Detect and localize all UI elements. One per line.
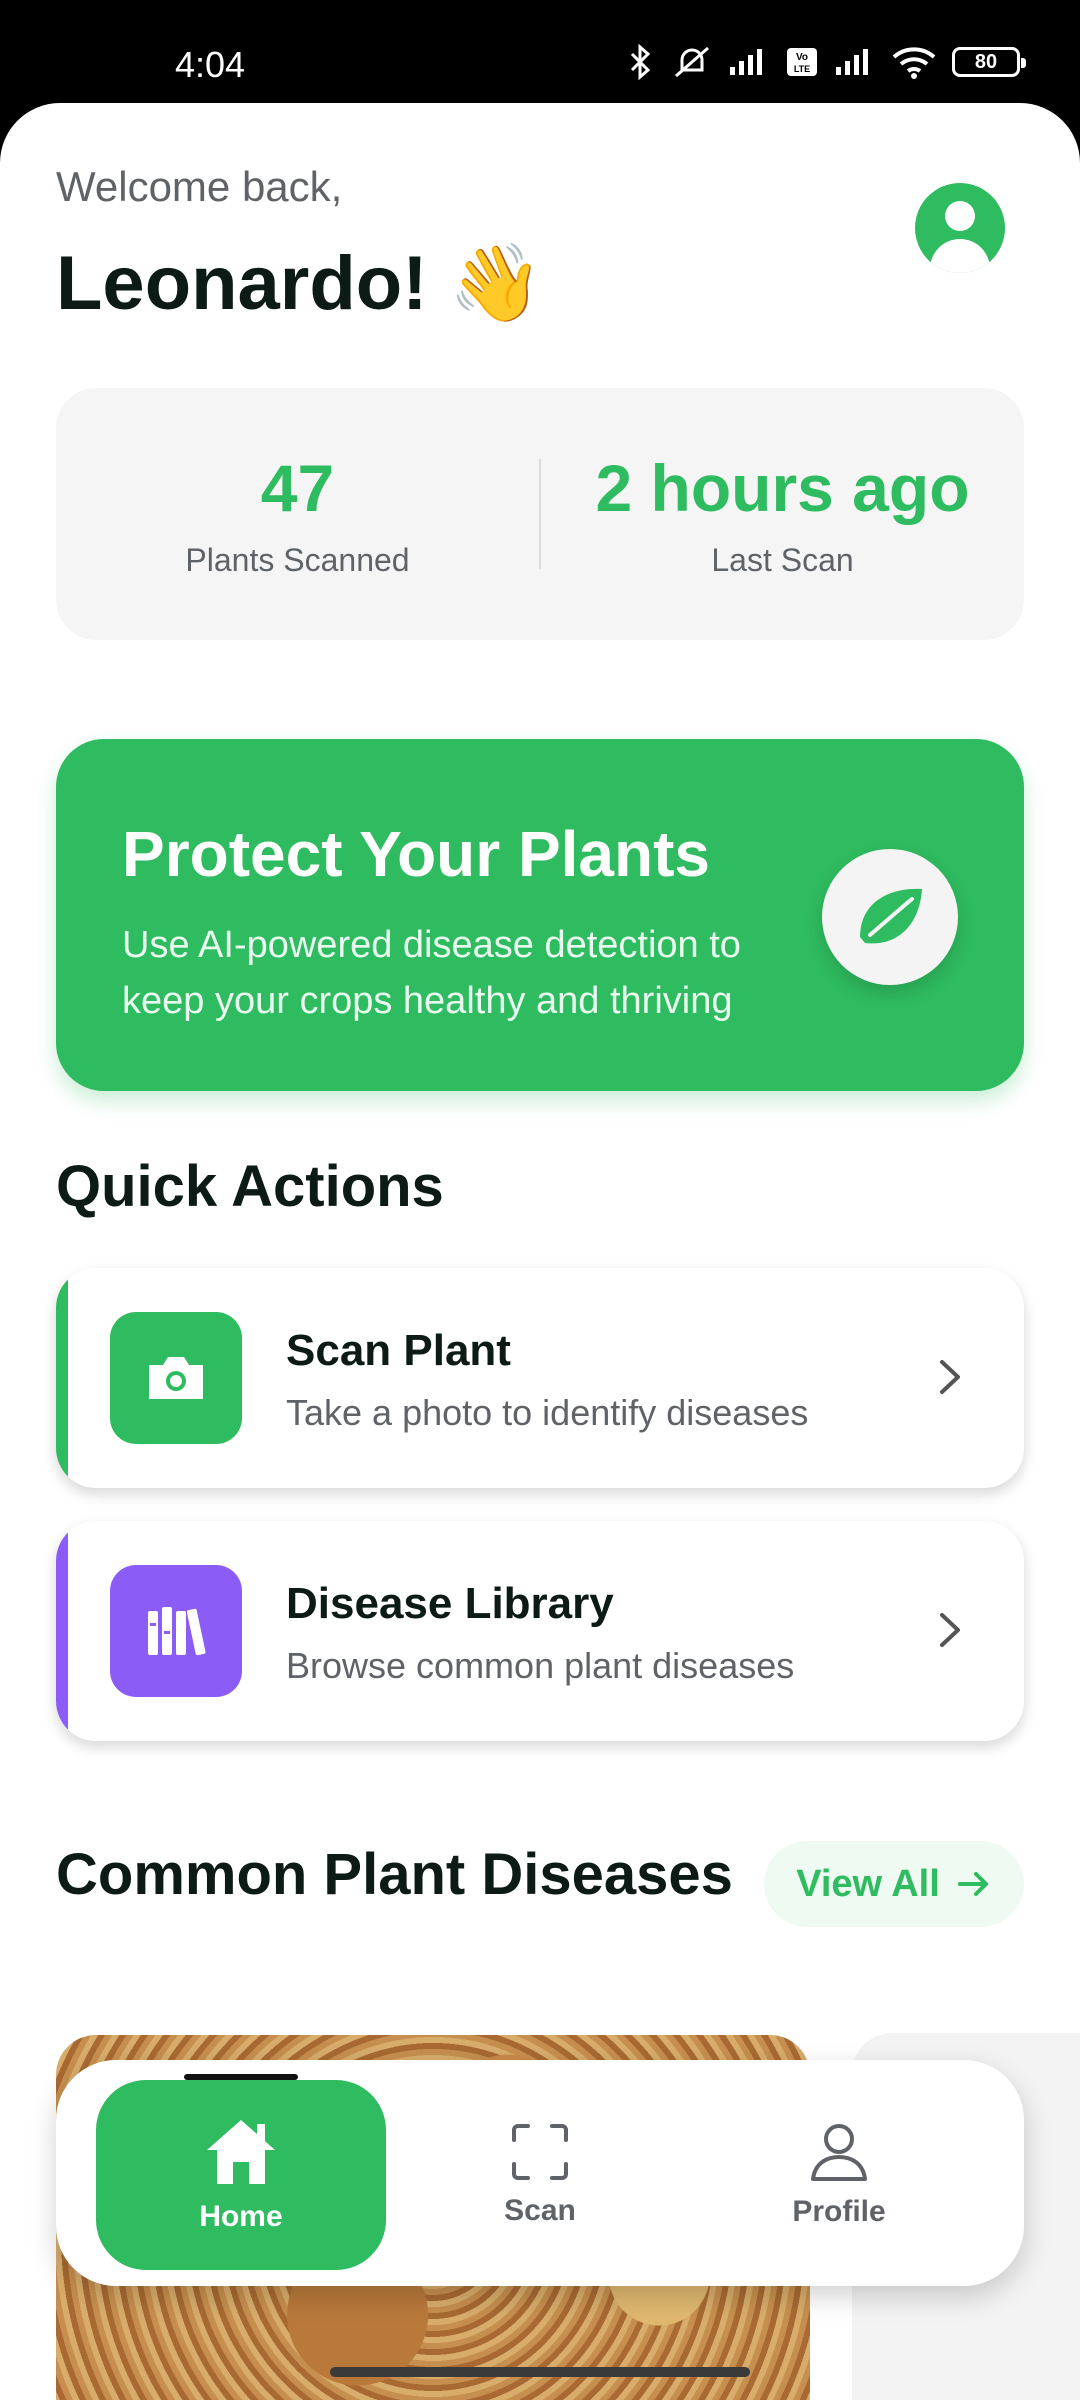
action-subtitle: Browse common plant diseases <box>286 1645 795 1686</box>
bottom-nav: Home Scan Profile <box>56 2060 1024 2286</box>
disease-library-card[interactable]: Disease Library Browse common plant dise… <box>56 1521 1024 1741</box>
avatar-body <box>930 239 990 273</box>
signal-icon <box>730 49 762 75</box>
stat-plants-scanned: 47 Plants Scanned <box>56 450 539 579</box>
welcome-text: Welcome back, <box>56 163 343 210</box>
profile-icon <box>811 2124 867 2181</box>
hero-subtitle: Use AI-powered disease detection to keep… <box>122 924 741 1022</box>
stat-value: 47 <box>260 450 335 525</box>
home-indicator[interactable] <box>330 2367 750 2377</box>
stat-value: 2 hours ago <box>595 450 970 525</box>
stat-label: Last Scan <box>711 541 854 578</box>
avatar-head <box>945 201 975 231</box>
signal-icon-2 <box>836 49 868 75</box>
nav-label: Home <box>199 2200 283 2233</box>
stat-last-scan: 2 hours ago Last Scan <box>541 450 1024 579</box>
nav-scan[interactable]: Scan <box>395 2080 685 2270</box>
nav-home[interactable]: Home <box>96 2080 386 2270</box>
chevron-right-icon <box>940 1360 960 1394</box>
nav-label: Profile <box>792 2195 886 2228</box>
nav-profile[interactable]: Profile <box>694 2080 984 2270</box>
profile-avatar-button[interactable] <box>915 183 1005 273</box>
mute-icon <box>675 46 709 78</box>
library-icon <box>110 1565 242 1697</box>
chevron-right-icon <box>940 1613 960 1647</box>
common-diseases-title: Common Plant Diseases <box>56 1842 733 1907</box>
stat-label: Plants Scanned <box>185 541 410 578</box>
camera-icon <box>110 1312 242 1444</box>
card-accent <box>56 1521 68 1741</box>
action-title: Scan Plant <box>286 1326 511 1375</box>
action-title: Disease Library <box>286 1579 614 1628</box>
scan-icon <box>512 2124 568 2180</box>
svg-text:LTE: LTE <box>794 64 810 74</box>
view-all-label: View All <box>796 1862 940 1905</box>
status-bar: 4:04 Vo LTE 80 <box>0 0 1080 105</box>
home-icon <box>207 2120 275 2184</box>
card-accent <box>56 1268 68 1488</box>
wifi-icon <box>892 47 936 79</box>
status-icons: Vo LTE 80 <box>626 44 1026 80</box>
scan-plant-card[interactable]: Scan Plant Take a photo to identify dise… <box>56 1268 1024 1488</box>
action-subtitle: Take a photo to identify diseases <box>286 1392 809 1433</box>
status-time: 4:04 <box>175 44 246 85</box>
volte-icon: VoLTE <box>787 48 817 76</box>
quick-actions-title: Quick Actions <box>56 1154 444 1219</box>
battery-icon: 80 <box>952 47 1026 77</box>
stats-card: 47 Plants Scanned 2 hours ago Last Scan <box>56 388 1024 640</box>
hero-banner[interactable]: Protect Your Plants Use AI-powered disea… <box>56 739 1024 1091</box>
nav-label: Scan <box>504 2194 576 2227</box>
arrow-right-icon <box>957 1872 988 1896</box>
app-screen: Welcome back, Leonardo! 👋 47 Plants Scan… <box>0 103 1080 2400</box>
bluetooth-icon <box>630 44 651 80</box>
svg-text:Vo: Vo <box>796 52 808 63</box>
leaf-icon <box>822 849 958 985</box>
user-name: Leonardo! 👋 <box>56 241 544 326</box>
view-all-button[interactable]: View All <box>764 1841 1024 1927</box>
hero-title: Protect Your Plants <box>122 818 710 890</box>
